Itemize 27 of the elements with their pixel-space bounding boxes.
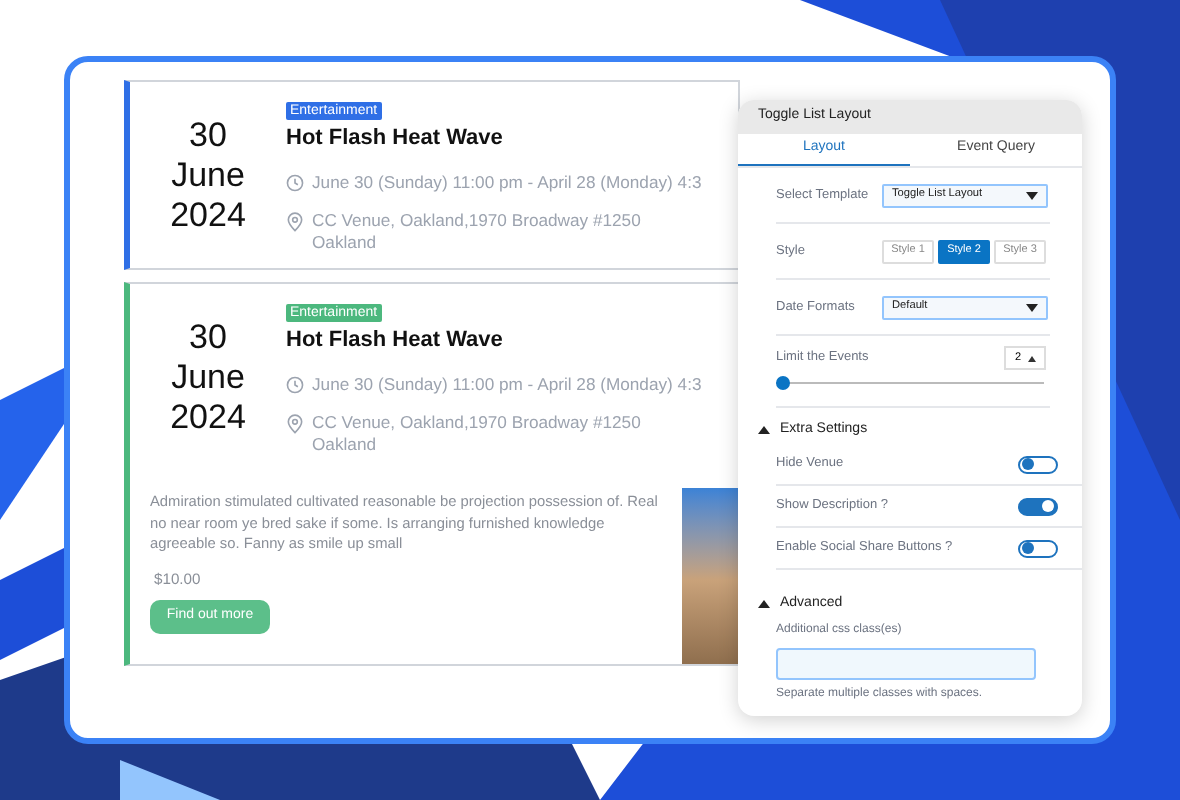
clock-icon: [286, 376, 304, 394]
event-day: 30: [189, 116, 227, 156]
event-month: June: [171, 156, 245, 196]
toggle-switch[interactable]: [1018, 539, 1058, 557]
event-time: June 30 (Sunday) 11:00 pm - April 28 (Monday) 4:3: [312, 374, 702, 396]
caret-icon[interactable]: [1026, 191, 1038, 199]
event-time: June 30 (Sunday) 11:00 pm - April 28 (Monday) 4:3: [312, 172, 702, 194]
map-pin-icon: [286, 212, 304, 232]
event-venue: CC Venue, Oakland,1970 Broadway #1250 Oakland: [312, 210, 643, 254]
event-month: June: [171, 358, 245, 398]
spinner-arrow-icon[interactable]: [1027, 355, 1036, 361]
caret-icon[interactable]: [758, 426, 770, 434]
css-class-field[interactable]: [776, 648, 1036, 680]
map-pin-icon: [286, 414, 304, 434]
caret-icon[interactable]: [1026, 303, 1038, 311]
caret-icon[interactable]: [758, 600, 770, 608]
event-year: 2024: [170, 196, 246, 236]
background-shape: [120, 760, 220, 800]
event-venue: CC Venue, Oakland,1970 Broadway #1250 Oakland: [312, 412, 643, 456]
event-day: 30: [189, 318, 227, 358]
clock-icon: [286, 174, 304, 192]
event-title: Hot Flash Heat Wave: [286, 126, 505, 152]
event-title: Hot Flash Heat Wave: [286, 328, 505, 354]
slider-thumb[interactable]: [775, 376, 790, 390]
toggle-switch[interactable]: [1018, 455, 1058, 473]
event-year: 2024: [170, 398, 246, 438]
toggle-switch[interactable]: [1018, 497, 1058, 515]
